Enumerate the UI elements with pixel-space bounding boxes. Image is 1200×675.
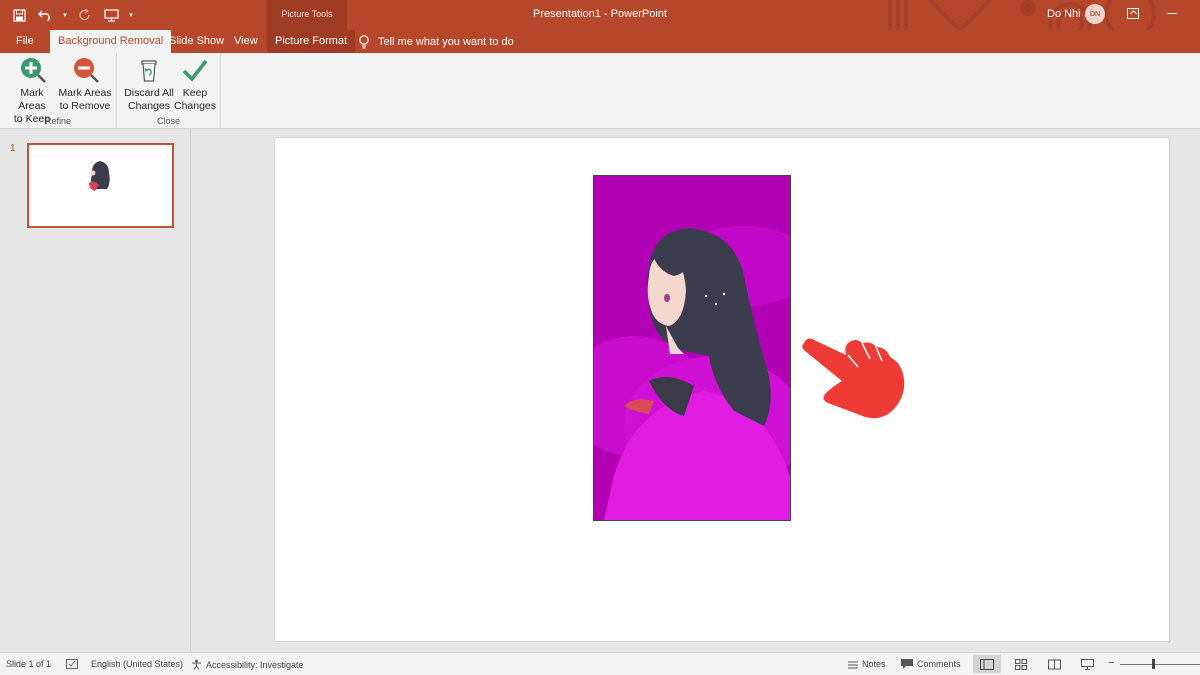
accessibility-label: Accessibility: Investigate [206, 659, 304, 670]
redo-icon[interactable] [74, 5, 96, 25]
comment-icon [901, 659, 913, 669]
keep-changes-button[interactable]: Keep Changes [173, 56, 217, 113]
status-bar: Slide 1 of 1 English (United States) Acc… [0, 652, 1200, 675]
mark-areas-to-remove-button[interactable]: Mark Areas to Remove [58, 56, 112, 113]
tab-picture-format[interactable]: Picture Format [267, 30, 356, 53]
mark-keep-icon [21, 58, 46, 83]
tab-file[interactable]: File [8, 30, 42, 53]
spell-check-icon[interactable] [66, 659, 78, 669]
pointing-hand-icon [802, 338, 905, 419]
user-name[interactable]: Do Nhi [1047, 8, 1081, 20]
discard-icon [141, 60, 157, 82]
comments-button[interactable]: Comments [901, 659, 961, 669]
normal-view-icon [980, 658, 994, 670]
window-title: Presentation1 - PowerPoint [533, 8, 667, 20]
reading-view-button[interactable] [1040, 655, 1068, 673]
notes-label: Notes [862, 659, 886, 669]
tab-slide-show[interactable]: Slide Show [161, 30, 232, 53]
ribbon: Mark Areas to Keep Mark Areas to Remove … [0, 53, 1200, 129]
accessibility-status[interactable]: Accessibility: Investigate [191, 659, 304, 670]
discard-line2: Changes [127, 100, 171, 112]
slide-thumbnail[interactable] [27, 143, 174, 228]
girl-picture-icon [594, 176, 790, 520]
title-bar: ▾ ▾ Picture Tools Presentation1 - PowerP… [0, 0, 1200, 30]
mark-remove-line2: to Remove [59, 100, 111, 112]
mark-remove-line1: Mark Areas [58, 87, 112, 99]
checkmark-icon [182, 59, 208, 82]
discard-all-changes-button[interactable]: Discard All Changes [123, 56, 175, 113]
avatar[interactable]: DN [1085, 4, 1105, 24]
undo-dropdown-icon[interactable]: ▾ [60, 5, 70, 25]
group-label-refine: Refine [44, 116, 71, 126]
language-status[interactable]: English (United States) [91, 659, 183, 669]
notes-button[interactable]: Notes [848, 659, 886, 669]
comments-label: Comments [917, 659, 961, 669]
notes-icon [848, 661, 858, 668]
reading-view-icon [1047, 659, 1061, 669]
slideshow-view-button[interactable] [1073, 655, 1101, 673]
zoom-out-icon[interactable]: − [1108, 657, 1114, 669]
tab-background-removal[interactable]: Background Removal [50, 30, 172, 53]
slide-sorter-icon [1015, 658, 1027, 670]
tell-me-search[interactable]: Tell me what you want to do [358, 30, 514, 53]
undo-icon[interactable] [34, 5, 56, 25]
group-refine: Mark Areas to Keep Mark Areas to Remove … [0, 53, 117, 129]
discard-line1: Discard All [124, 87, 174, 99]
tab-view[interactable]: View [226, 30, 266, 53]
tell-me-label: Tell me what you want to do [378, 35, 514, 48]
slide-thumbnail-pane: 1 [0, 129, 191, 652]
ribbon-display-options-icon[interactable] [1127, 8, 1139, 19]
quick-access-toolbar: ▾ ▾ [8, 5, 136, 25]
slide-sorter-view-button[interactable] [1007, 655, 1035, 673]
start-slideshow-icon[interactable] [100, 5, 122, 25]
minimize-icon[interactable] [1167, 13, 1177, 14]
zoom-slider-thumb[interactable] [1152, 659, 1155, 669]
slideshow-view-icon [1080, 658, 1094, 670]
group-label-close: Close [156, 116, 180, 126]
slide-number: 1 [10, 143, 16, 154]
mark-keep-line1: Mark Areas [18, 87, 46, 112]
customize-qat-icon[interactable]: ▾ [126, 5, 136, 25]
picture-tools-context-header: Picture Tools [267, 0, 347, 30]
group-close: Discard All Changes Keep Changes Close [117, 53, 221, 129]
accessibility-icon [192, 659, 201, 670]
thumbnail-girl-image [89, 161, 110, 191]
keep-line1: Keep [182, 87, 208, 99]
normal-view-button[interactable] [973, 655, 1001, 673]
mark-remove-icon [74, 58, 99, 83]
title-bar-decoration [888, 0, 1156, 30]
background-removal-picture[interactable] [593, 175, 791, 521]
zoom-slider[interactable] [1120, 664, 1200, 665]
lightbulb-icon [359, 34, 369, 49]
keep-line2: Changes [173, 100, 217, 112]
slide-counter: Slide 1 of 1 [6, 659, 52, 669]
ribbon-tabs: File Background Removal Slide Show View … [0, 30, 1200, 53]
save-icon[interactable] [8, 5, 30, 25]
